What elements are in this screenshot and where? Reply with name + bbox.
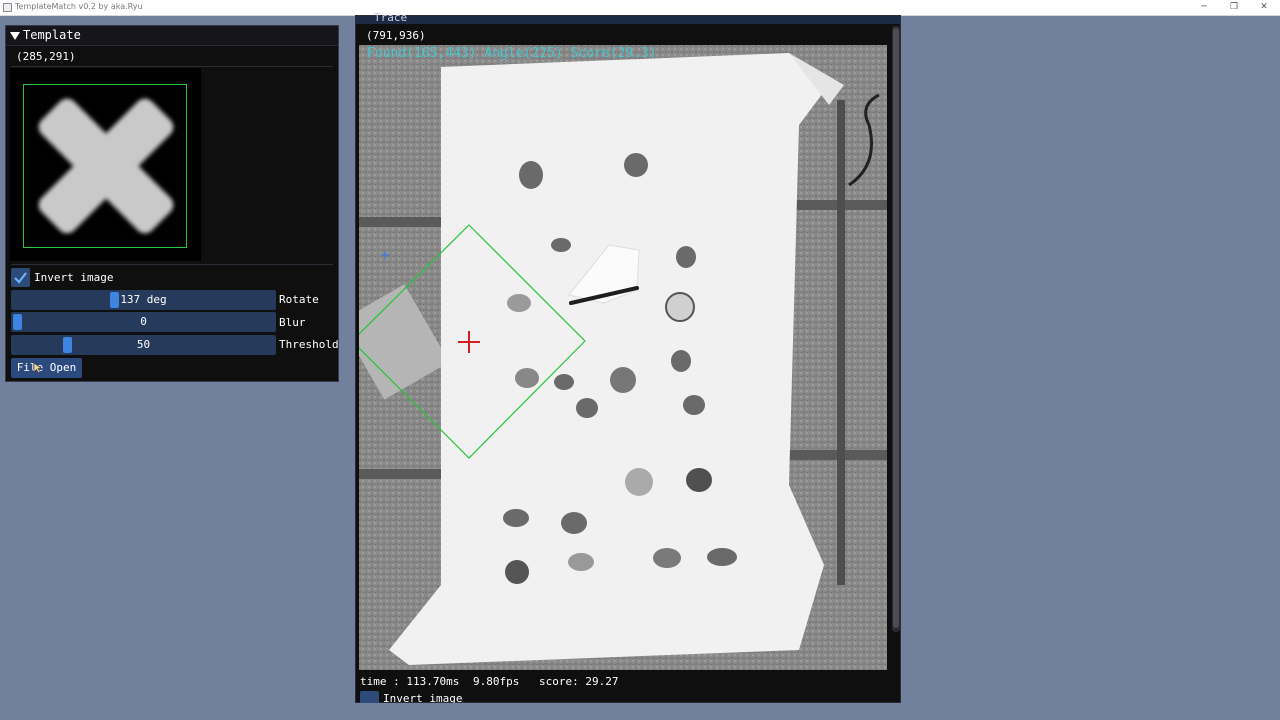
scrollbar-thumb[interactable] xyxy=(893,28,899,628)
trace-invert-label: Invert image xyxy=(383,692,463,703)
window-title: TemplateMatch v0.2 by aka.Ryu xyxy=(15,2,143,11)
close-button[interactable]: ✕ xyxy=(1249,0,1279,15)
checkmark-icon xyxy=(14,272,27,284)
template-panel-title: Template xyxy=(23,28,81,42)
rotate-slider[interactable]: 137 deg xyxy=(11,290,276,310)
trace-coords: (791,936) xyxy=(366,29,426,42)
blur-label: Blur xyxy=(279,316,306,329)
rotate-slider-grab[interactable] xyxy=(110,292,119,308)
x-shape-template-icon xyxy=(38,98,174,234)
invert-image-checkbox[interactable] xyxy=(11,268,30,287)
camera-image xyxy=(359,45,887,670)
blur-slider-grab[interactable] xyxy=(13,314,22,330)
template-panel-header[interactable]: Template xyxy=(6,26,338,46)
score-readout: score: 29.27 xyxy=(539,675,619,688)
template-image xyxy=(10,68,201,261)
blur-value: 0 xyxy=(140,315,147,328)
blur-slider[interactable]: 0 xyxy=(11,312,276,332)
trace-invert-checkbox[interactable] xyxy=(360,691,379,703)
rotate-label: Rotate xyxy=(279,293,319,306)
trace-panel-header[interactable]: Trace xyxy=(356,11,900,24)
threshold-label: Threshold xyxy=(279,338,339,351)
camera-view: Found(165,443) Angle(225) Score(29.3) xyxy=(359,45,887,670)
window-titlebar: TemplateMatch v0.2 by aka.Ryu ─ ❐ ✕ xyxy=(0,0,1280,16)
restore-button[interactable]: ❐ xyxy=(1219,0,1249,15)
app-icon xyxy=(3,3,12,12)
match-result-overlay: Found(165,443) Angle(225) Score(29.3) xyxy=(367,46,657,61)
fps-readout: 9.80fps xyxy=(473,675,520,688)
file-open-button[interactable]: File Open xyxy=(11,358,82,378)
threshold-slider[interactable]: 50 xyxy=(11,335,276,355)
threshold-value: 50 xyxy=(136,338,151,351)
mouse-cursor-icon xyxy=(33,362,43,374)
trace-panel-title: Trace xyxy=(374,11,408,24)
vertical-scrollbar[interactable] xyxy=(892,26,900,632)
template-panel: Template (285,291) Invert image 137 deg … xyxy=(5,25,339,382)
collapse-triangle-icon[interactable] xyxy=(10,32,20,40)
invert-image-label: Invert image xyxy=(34,271,114,284)
rotate-value: 137 deg xyxy=(120,293,167,306)
divider xyxy=(11,66,333,67)
minimize-button[interactable]: ─ xyxy=(1189,0,1219,15)
time-readout: time : 113.70ms xyxy=(360,675,460,688)
template-coords: (285,291) xyxy=(16,50,76,63)
divider xyxy=(11,264,333,265)
threshold-slider-grab[interactable] xyxy=(63,337,72,353)
